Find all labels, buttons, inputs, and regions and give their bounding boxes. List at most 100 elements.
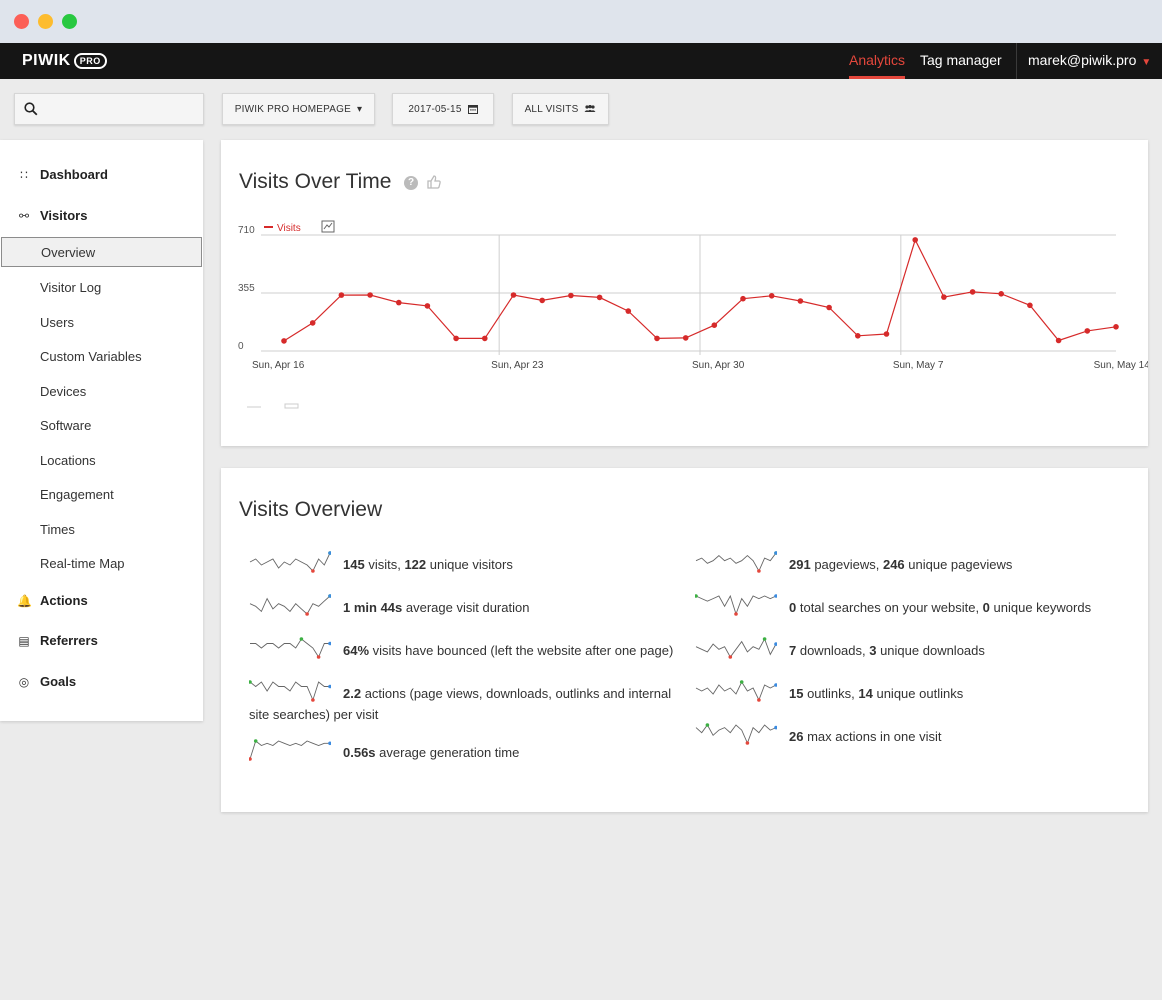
sparkline-path: [695, 637, 777, 658]
sparkline-row[interactable]: 7 downloads, 3 unique downloads: [695, 637, 985, 661]
sidebar-item-custom-variables[interactable]: Custom Variables: [0, 342, 203, 372]
visits-data-point: [1084, 328, 1091, 334]
sidebar-item-devices[interactable]: Devices: [0, 377, 203, 407]
date-picker-button[interactable]: 2017-05-15: [392, 93, 494, 125]
metric-label: downloads,: [796, 643, 870, 658]
sidebar-item-referrers[interactable]: ▤ Referrers: [0, 626, 203, 656]
visits-data-point: [625, 308, 632, 314]
visits-data-point: [740, 295, 746, 302]
sparkline-row[interactable]: 26 max actions in one visit: [695, 723, 941, 747]
sparkline-row[interactable]: 0.56s average generation time: [249, 739, 519, 763]
sparkline-min-point: [757, 698, 761, 702]
sparkline-chart: [695, 723, 777, 745]
sidebar-item-actions[interactable]: 🔔 Actions: [0, 586, 203, 616]
metric-label: visits have bounced (left the website af…: [369, 643, 674, 658]
sparkline-description: 26 max actions in one visit: [789, 726, 941, 747]
sparkline-row[interactable]: 2.2 actions (page views, downloads, outl…: [249, 680, 671, 704]
x-tick-label: Sun, Apr 16: [252, 360, 305, 371]
visits-data-point: [338, 292, 345, 298]
sidebar-item-users[interactable]: Users: [0, 308, 203, 338]
sparkline-row[interactable]: 145 visits, 122 unique visitors: [249, 551, 513, 575]
caret-down-icon: ▾: [356, 103, 363, 115]
window-icon: ▤: [18, 634, 30, 648]
sidebar-item-visitor-log[interactable]: Visitor Log: [0, 273, 203, 303]
sparkline-description: 145 visits, 122 unique visitors: [343, 554, 513, 575]
sidebar-item-goals[interactable]: ◎ Goals: [0, 667, 203, 697]
search-input[interactable]: [14, 93, 204, 125]
sparkline-description: 0.56s average generation time: [343, 742, 519, 763]
y-tick-label: 0: [238, 341, 244, 352]
metric-label: pageviews,: [810, 557, 883, 572]
visits-data-point: [424, 303, 431, 309]
sidebar-item-real-time-map[interactable]: Real-time Map: [0, 549, 203, 579]
sparkline-description: 291 pageviews, 246 unique pageviews: [789, 554, 1012, 575]
sparkline-row[interactable]: 291 pageviews, 246 unique pageviews: [695, 551, 1012, 575]
sparkline-description: 1 min 44s average visit duration: [343, 597, 529, 618]
sidebar-item-dashboard[interactable]: ∷ Dashboard: [0, 160, 203, 190]
sparkline-min-point: [311, 569, 315, 573]
sparkline-row[interactable]: 64% visits have bounced (left the websit…: [249, 637, 674, 661]
metric-label: average generation time: [375, 745, 520, 760]
sidebar-item-locations[interactable]: Locations: [0, 446, 203, 476]
segment-selector-button[interactable]: ALL VISITS: [512, 93, 609, 125]
sidebar-item-software[interactable]: Software: [0, 411, 203, 441]
sparkline-description: 2.2 actions (page views, downloads, outl…: [343, 683, 671, 704]
metric-label: unique downloads: [876, 643, 985, 658]
sparkline-max-point: [762, 637, 767, 641]
sparkline-path: [695, 681, 777, 702]
visits-data-point: [396, 299, 402, 306]
nav-analytics-label: Analytics: [849, 52, 906, 68]
metric-label: outlinks,: [803, 686, 859, 701]
sparkline-row[interactable]: 0 total searches on your website, 0 uniq…: [695, 594, 1091, 618]
sidebar-item-times[interactable]: Times: [0, 515, 203, 545]
sparkline-last-point: [328, 641, 331, 646]
visits-data-point: [453, 335, 459, 342]
sidebar-navigation: ∷ Dashboard ⚯ Visitors Overview Visitor …: [0, 140, 203, 721]
sparkline-chart: [249, 551, 331, 573]
date-label: 2017-05-15: [408, 103, 462, 115]
visits-line-chart: Visits 0 355 710 Sun, Apr 16 Sun, Apr 23 Sun, …: [238, 220, 1148, 409]
sparkline-max-point: [695, 594, 698, 598]
visits-data-point: [1113, 324, 1119, 330]
nav-analytics-link[interactable]: Analytics: [849, 43, 906, 79]
metric-value: 0.56s: [343, 745, 376, 760]
site-selector-button[interactable]: PIWIK PRO HOMEPAGE ▾: [222, 93, 375, 125]
sparkline-chart: [249, 739, 331, 761]
piwik-pro-logo[interactable]: PIWIK PRO: [22, 52, 107, 70]
sparkline-path: [695, 594, 777, 616]
visits-data-point: [797, 298, 804, 304]
close-window-button[interactable]: [14, 14, 29, 29]
visits-data-point: [969, 289, 976, 295]
maximize-window-button[interactable]: [62, 14, 77, 29]
y-tick-label: 710: [238, 225, 255, 236]
sidebar-item-visitors[interactable]: ⚯ Visitors: [0, 201, 203, 231]
sparkline-row[interactable]: 1 min 44s average visit duration: [249, 594, 529, 618]
sparkline-path: [249, 740, 330, 760]
visits-data-point: [510, 292, 517, 298]
minimize-window-button[interactable]: [38, 14, 53, 29]
logo-badge: PRO: [73, 53, 107, 69]
sidebar-item-engagement[interactable]: Engagement: [0, 480, 203, 510]
sidebar-item-overview[interactable]: Overview: [1, 237, 202, 267]
sparkline-path: [695, 724, 777, 745]
sparkline-last-point: [774, 594, 777, 598]
chart-type-icon-line: [323, 222, 333, 230]
visits-data-point: [883, 331, 890, 337]
metric-label: visits,: [364, 557, 405, 572]
app-window: PIWIK PRO Analytics Tag manager marek@pi…: [0, 0, 1162, 1000]
x-tick-label: Sun, May 7: [893, 360, 944, 371]
range-selector-box: [284, 403, 299, 409]
sparkline-chart: [695, 594, 777, 616]
sidebar-item-label: Goals: [40, 674, 77, 689]
sparkline-row[interactable]: 15 outlinks, 14 unique outlinks: [695, 680, 963, 704]
metric-value: 14: [858, 686, 873, 701]
metric-value: 145: [343, 557, 365, 572]
sidebar-item-label: Actions: [40, 593, 88, 608]
chevron-down-icon: ▼: [1141, 57, 1152, 68]
logo-text: PIWIK: [22, 52, 71, 69]
user-menu[interactable]: marek@piwik.pro ▼: [1028, 43, 1151, 79]
sparkline-min-point: [311, 698, 315, 702]
visits-data-point: [768, 293, 775, 299]
visits-data-point: [711, 322, 718, 328]
nav-tag-manager-link[interactable]: Tag manager: [920, 43, 1002, 79]
